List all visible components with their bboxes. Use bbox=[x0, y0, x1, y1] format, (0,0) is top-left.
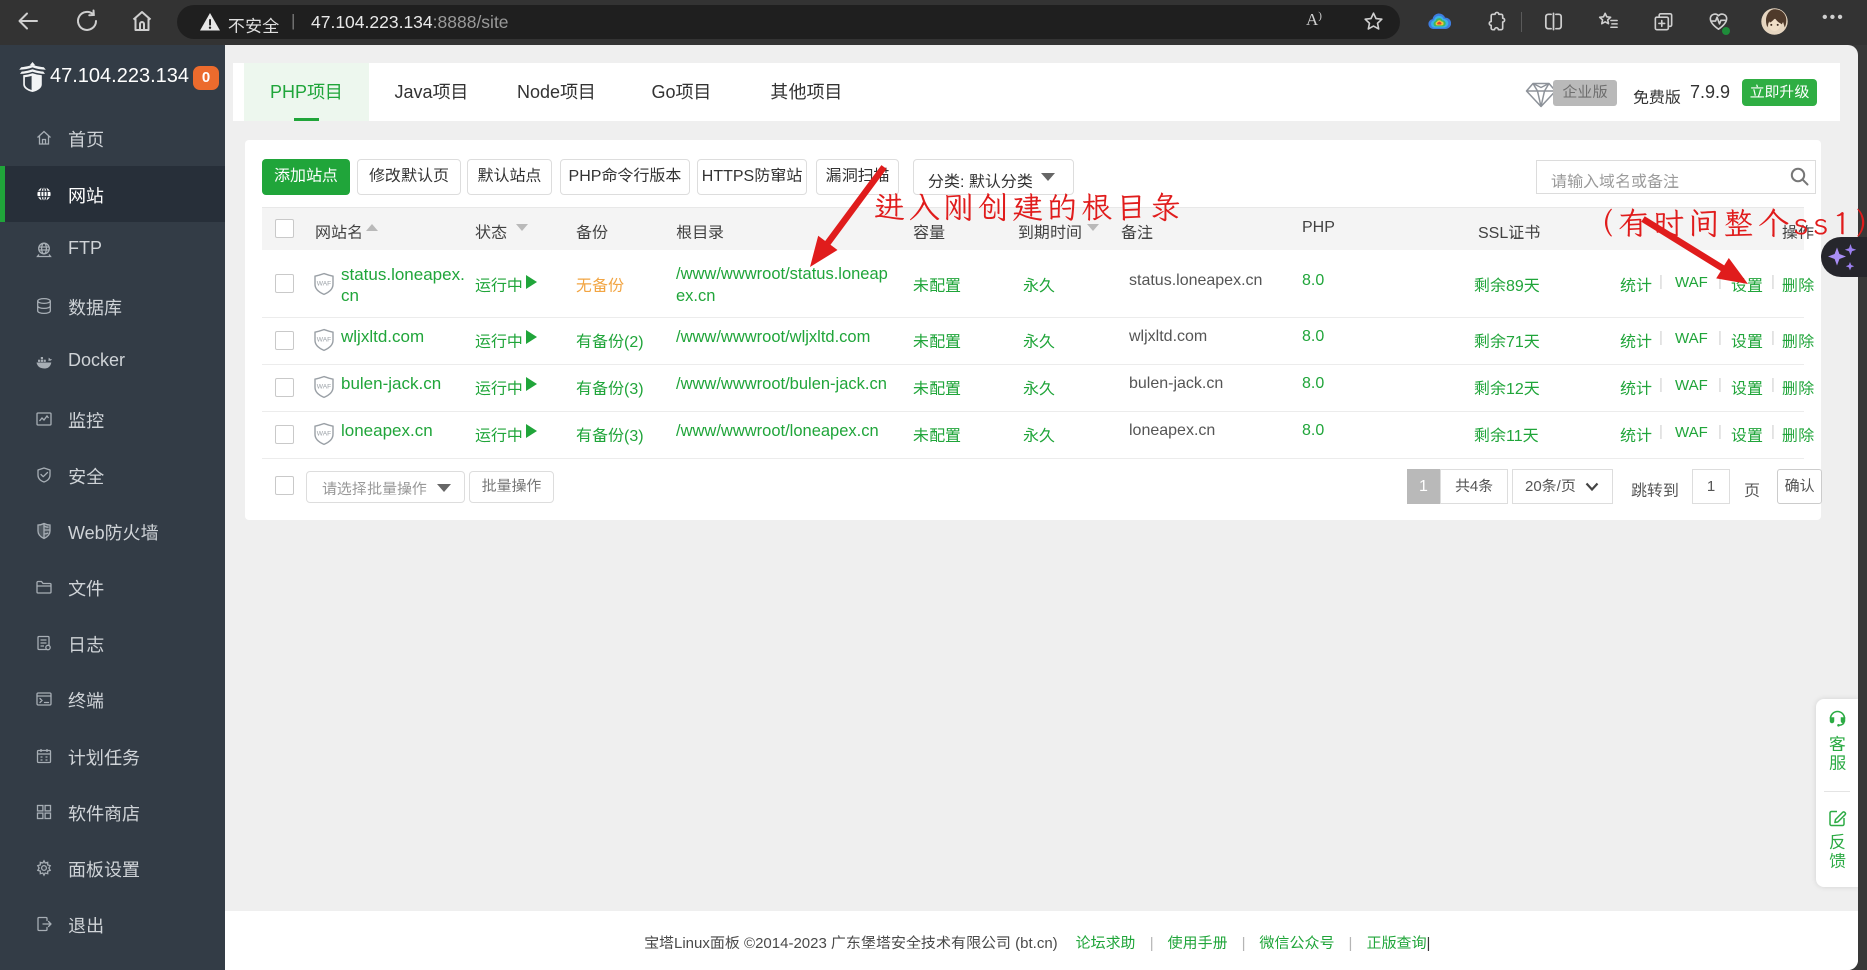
svg-text:WAF: WAF bbox=[317, 281, 331, 288]
svg-text:WAF: WAF bbox=[317, 431, 331, 438]
svg-text:WAF: WAF bbox=[317, 384, 331, 391]
svg-text:WAF: WAF bbox=[317, 337, 331, 344]
